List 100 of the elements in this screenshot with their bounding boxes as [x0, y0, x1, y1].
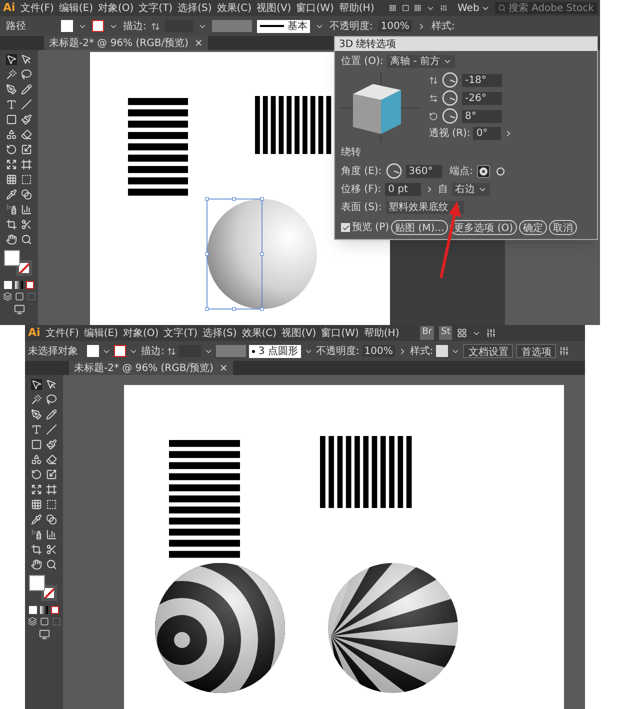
pointer-icon[interactable] — [46, 379, 57, 390]
zoom-icon[interactable] — [46, 559, 57, 570]
rotate-icon[interactable] — [6, 144, 17, 155]
hand-icon[interactable] — [31, 559, 42, 570]
none-mode-icon[interactable] — [26, 281, 34, 289]
selection-box[interactable] — [205, 197, 264, 311]
mesh-icon[interactable] — [6, 174, 17, 185]
stroke-swatch[interactable] — [41, 585, 57, 601]
line-icon[interactable] — [21, 99, 32, 110]
stroke-swatch[interactable] — [16, 260, 32, 276]
menu-item[interactable]: 编辑(E) — [84, 326, 118, 340]
dropdown[interactable]: 离轴 - 前方 — [387, 55, 456, 68]
crop-icon[interactable] — [31, 544, 42, 555]
stroke-swatch[interactable] — [92, 20, 104, 32]
square-icon[interactable] — [402, 3, 409, 13]
pen-icon[interactable] — [31, 409, 42, 420]
grid-icon[interactable] — [389, 3, 397, 13]
type-icon[interactable] — [6, 99, 17, 110]
menu-item[interactable]: 窗口(W) — [296, 0, 334, 16]
grid-icon[interactable] — [414, 3, 422, 13]
menu-item[interactable]: 效果(C) — [216, 0, 252, 16]
menu-item[interactable]: 帮助(H) — [364, 326, 400, 340]
menu-item[interactable]: 帮助(H) — [338, 0, 374, 16]
monitor-icon[interactable] — [14, 304, 24, 315]
rectangle-icon[interactable] — [31, 439, 42, 450]
magic-wand-icon[interactable] — [6, 69, 17, 80]
toolbar-button[interactable]: 文档设置 — [463, 344, 514, 358]
opacity-field[interactable]: 100% — [378, 20, 412, 32]
mesh-icon[interactable] — [31, 499, 42, 510]
scale-icon[interactable] — [46, 469, 57, 480]
spinner-icon[interactable] — [167, 346, 176, 356]
dial-icon[interactable] — [442, 90, 458, 106]
menu-item[interactable]: 编辑(E) — [58, 0, 93, 16]
sliders-icon[interactable] — [440, 3, 448, 13]
spinner-icon[interactable] — [151, 22, 160, 30]
shapes-icon[interactable] — [31, 454, 42, 465]
shapes-icon[interactable] — [6, 129, 17, 140]
sliders-icon[interactable] — [486, 328, 496, 338]
bar-chart-icon[interactable] — [21, 204, 32, 215]
hand-icon[interactable] — [6, 234, 17, 245]
square-icon[interactable] — [14, 292, 24, 301]
document-tab[interactable]: 未标题-2* @ 96% (RGB/预览) × — [69, 361, 233, 375]
expand-icon[interactable] — [6, 159, 17, 170]
dial-icon[interactable] — [442, 72, 458, 88]
monitor-icon[interactable] — [38, 629, 50, 640]
scale-icon[interactable] — [21, 144, 32, 155]
fill-swatch[interactable] — [29, 575, 45, 591]
scissors-icon[interactable] — [21, 219, 32, 230]
menu-item[interactable]: 视图(V) — [282, 326, 316, 340]
toolbar-button[interactable]: 首选项 — [516, 344, 556, 358]
close-button[interactable]: × — [194, 36, 203, 50]
value-field[interactable]: -26° — [462, 92, 502, 104]
brush-dropdown[interactable]: 3 点圆形 — [249, 344, 301, 358]
brush-icon[interactable] — [21, 114, 32, 125]
dropdown[interactable]: 右边 — [452, 183, 490, 196]
brush-icon[interactable] — [46, 439, 57, 450]
none-mode-icon[interactable] — [51, 606, 59, 614]
menu-item[interactable]: 文字(T) — [164, 326, 198, 340]
zoom-icon[interactable] — [21, 234, 32, 245]
eraser-icon[interactable] — [46, 454, 57, 465]
dial-icon[interactable] — [386, 163, 402, 179]
blend-icon[interactable] — [46, 514, 57, 525]
cap-toggle[interactable] — [494, 164, 508, 178]
menu-item[interactable]: 对象(O) — [98, 0, 134, 16]
pencil-icon[interactable] — [21, 84, 32, 95]
value-field[interactable]: -18° — [462, 74, 502, 86]
menu-item[interactable]: 选择(S) — [178, 0, 212, 16]
dashed-square-icon[interactable] — [46, 499, 57, 510]
dialog-button[interactable]: 更多选项 (O) — [450, 220, 518, 235]
line-icon[interactable] — [46, 424, 57, 435]
value-field[interactable]: 0° — [473, 127, 502, 140]
expand-icon[interactable] — [31, 484, 42, 495]
pointer-icon[interactable] — [6, 54, 17, 65]
menu-item[interactable]: 文字(T) — [138, 0, 173, 16]
crop-icon[interactable] — [6, 219, 17, 230]
dialog-button[interactable]: 贴图 (M)... — [391, 220, 448, 235]
menu-item[interactable]: 对象(O) — [122, 326, 159, 340]
close-button[interactable]: × — [219, 360, 228, 376]
frame-icon[interactable] — [46, 484, 57, 495]
rotate-icon[interactable] — [31, 469, 42, 480]
document-tab[interactable]: 未标题-2* @ 96% (RGB/预览) × — [44, 36, 208, 50]
menu-item[interactable]: 文件(F) — [20, 0, 54, 16]
color-mode-icon[interactable] — [29, 606, 37, 614]
stroke-swatch[interactable] — [114, 345, 126, 357]
bar-chart-icon[interactable] — [46, 529, 57, 540]
workspace-menu[interactable]: Web — [457, 0, 490, 16]
scissors-icon[interactable] — [46, 544, 57, 555]
stroke-profile-dropdown[interactable]: 基本 — [257, 20, 310, 32]
value-field[interactable]: 0 pt — [385, 183, 422, 196]
eyedropper-icon[interactable] — [31, 514, 42, 525]
layers-icon[interactable] — [2, 292, 12, 301]
pencil-icon[interactable] — [46, 409, 57, 420]
square-icon[interactable] — [40, 617, 48, 626]
gradient-mode-icon[interactable] — [15, 281, 23, 289]
lasso-icon[interactable] — [46, 394, 57, 405]
type-icon[interactable] — [31, 424, 42, 435]
style-swatch[interactable] — [436, 345, 448, 357]
rectangle-icon[interactable] — [6, 114, 17, 125]
grid-icon[interactable] — [457, 328, 468, 338]
app-button[interactable]: Br — [420, 326, 434, 340]
